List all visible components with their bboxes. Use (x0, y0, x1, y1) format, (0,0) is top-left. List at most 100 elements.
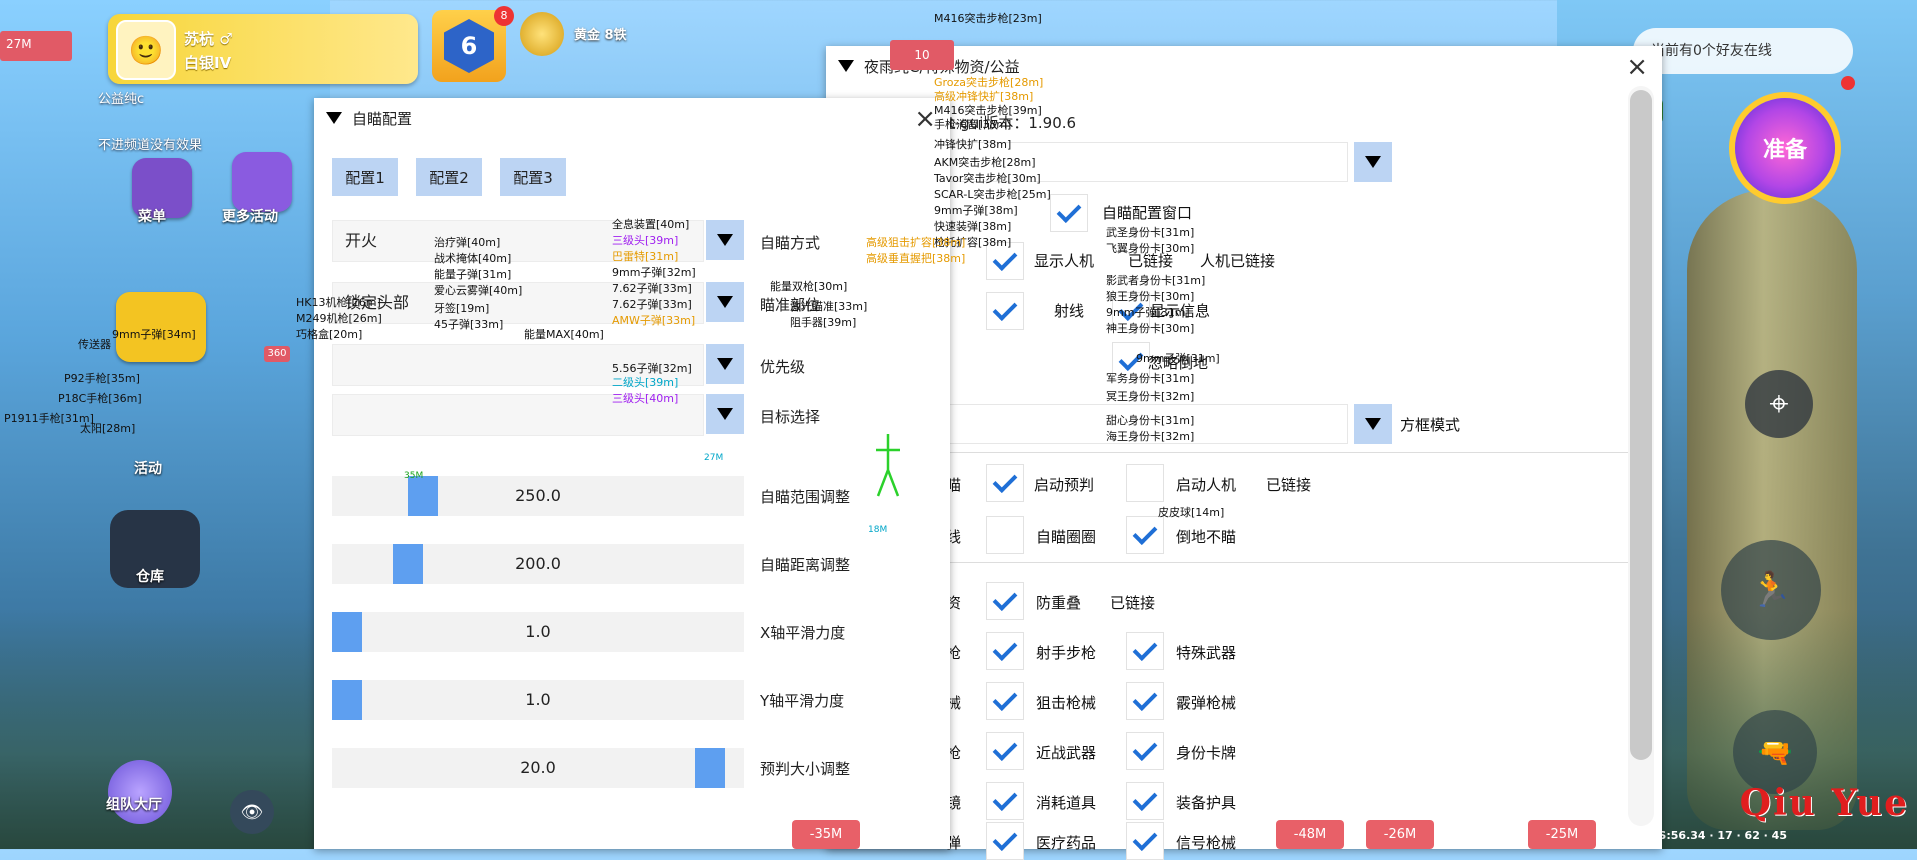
trophy-icon[interactable] (520, 12, 564, 56)
tab-config-3[interactable]: 配置3 (500, 158, 566, 196)
anti-overlap-checkbox[interactable] (986, 582, 1024, 620)
esp-item-label: 三级头[40m] (612, 392, 679, 405)
player-card[interactable]: 🙂 苏杭 ♂ 白银IV (108, 14, 418, 84)
melee-checkbox[interactable] (986, 732, 1024, 770)
collapse-triangle-icon[interactable] (326, 112, 342, 124)
ray-checkbox[interactable] (986, 292, 1024, 330)
special-weapon-checkbox[interactable] (1126, 632, 1164, 670)
esp-item-label: M249机枪[26m] (296, 312, 382, 325)
x-smooth-slider[interactable]: 1.0 (332, 612, 744, 652)
squad-lobby-button[interactable] (108, 760, 172, 824)
divider (946, 452, 1636, 453)
esp-item-label: 海王身份卡[32m] (1106, 430, 1195, 443)
armor-checkbox[interactable] (1126, 782, 1164, 820)
dropdown-button[interactable] (1354, 142, 1392, 182)
no-aim-down-checkbox[interactable] (1126, 516, 1164, 554)
more-activities-label: 更多活动 (222, 209, 278, 225)
marksman-label: 射手步枪 (1036, 644, 1097, 662)
esp-item-label: 7.62子弹[33m] (612, 282, 692, 295)
flare-gun-label: 信号枪械 (1176, 834, 1237, 852)
aim-circle-checkbox[interactable] (986, 516, 1024, 554)
consumable-checkbox[interactable] (986, 782, 1024, 820)
scrollbar-thumb[interactable] (1630, 90, 1652, 760)
aim-distance-label: 自瞄距离调整 (760, 556, 851, 574)
esp-item-label: 飞翼身份卡[30m] (1106, 242, 1195, 255)
aim-mode-dropdown[interactable] (706, 220, 744, 260)
esp-item-label: 能量子弹[31m] (434, 268, 512, 281)
esp-item-label: M416突击步枪[39m] (934, 104, 1042, 117)
esp-item-label: 爱心云雾弹[40m] (434, 284, 523, 297)
activity-button[interactable] (116, 292, 206, 362)
priority-dropdown[interactable] (706, 344, 744, 384)
aim-distance-slider[interactable]: 200.0 (332, 544, 744, 584)
crosshair-icon[interactable]: ⌖ (1745, 370, 1813, 438)
avatar[interactable]: 🙂 (116, 20, 176, 80)
eye-icon[interactable]: 👁 (230, 790, 274, 834)
trophy-label: 黄金 8铁 (574, 28, 627, 43)
esp-item-label: 三级头[39m] (612, 234, 679, 247)
jump-icon[interactable]: 🏃 (1721, 540, 1821, 640)
x-smooth-label: X轴平滑力度 (760, 624, 846, 642)
note-text: 不进频道没有效果 (98, 138, 203, 153)
distance-badge: 27M (0, 31, 72, 61)
predict-size-label: 预判大小调整 (760, 760, 851, 778)
squad-lobby-label: 组队大厅 (106, 797, 162, 813)
esp-item-label: 二级头[39m] (612, 376, 679, 389)
esp-item-label: 影武者身份卡[31m] (1106, 274, 1206, 287)
collapse-triangle-icon[interactable] (838, 60, 854, 72)
esp-item-label: 甜心身份卡[31m] (1106, 414, 1195, 427)
anti-overlap-label: 防重叠 (1036, 594, 1082, 612)
tab-config-2[interactable]: 配置2 (416, 158, 482, 196)
esp-item-label: 巧格盒[20m] (296, 328, 363, 341)
close-icon[interactable]: × (1626, 52, 1648, 82)
more-activities-button[interactable] (232, 152, 292, 212)
esp-item-label: Tavor突击步枪[30m] (934, 172, 1041, 185)
id-card-checkbox[interactable] (1126, 732, 1164, 770)
aim-mode-label: 自瞄方式 (760, 234, 821, 252)
y-smooth-slider[interactable]: 1.0 (332, 680, 744, 720)
panel-header[interactable]: 自瞄配置 × (314, 98, 950, 138)
player-rank: 白银IV (184, 54, 232, 72)
esp-item-label: SCAR-L突击步枪[25m] (934, 188, 1051, 201)
esp-item-label: 太阳[28m] (80, 422, 136, 435)
panel-title: 自瞄配置 (352, 109, 413, 128)
esp-item-label: 7.62子弹[33m] (612, 298, 692, 311)
show-bots-label: 显示人机 (1034, 252, 1095, 270)
aim-range-label: 自瞄范围调整 (760, 488, 851, 506)
sniper-checkbox[interactable] (986, 682, 1024, 720)
special-weapon-label: 特殊武器 (1176, 644, 1237, 662)
close-icon[interactable]: × (914, 104, 936, 134)
target-dropdown[interactable] (706, 394, 744, 434)
bot-linked-label: 人机已链接 (1200, 252, 1276, 270)
aim-circle-label: 自瞄圈圈 (1036, 528, 1097, 546)
slider-value: 200.0 (515, 554, 561, 573)
predict-size-slider[interactable]: 20.0 (332, 748, 744, 788)
esp-item-label: 9mm子弹[31m] (1106, 306, 1190, 319)
ready-button[interactable]: 准备 (1735, 98, 1835, 198)
esp-item-label: P18C手枪[36m] (58, 392, 142, 405)
esp-item-label: 手枪消音[38m] (934, 118, 1012, 131)
shotgun-label: 霰弹枪械 (1176, 694, 1237, 712)
box-mode-dropdown[interactable] (1354, 404, 1392, 444)
flare-gun-checkbox[interactable] (1126, 822, 1164, 860)
slider-value: 20.0 (520, 758, 556, 777)
esp-item-label: Groza突击步枪[28m] (934, 76, 1044, 89)
aim-window-checkbox[interactable] (1050, 194, 1088, 232)
shotgun-checkbox[interactable] (1126, 682, 1164, 720)
esp-item-label: 9mm子弹[31m] (1136, 352, 1220, 365)
tab-config-1[interactable]: 配置1 (332, 158, 398, 196)
friends-online-bar[interactable]: 当前有0个好友在线 (1633, 28, 1853, 74)
esp-item-label: 9mm子弹[38m] (934, 204, 1018, 217)
skeleton-marker-icon (876, 434, 900, 497)
esp-item-label: M416突击步枪[23m] (934, 12, 1042, 25)
distance-tag: 35M (404, 471, 424, 481)
start-bot-checkbox[interactable] (1126, 464, 1164, 502)
marksman-checkbox[interactable] (986, 632, 1024, 670)
aim-range-slider[interactable]: 250.0 (332, 476, 744, 516)
ray-label: 射线 (1054, 302, 1085, 320)
esp-item-label: 9mm子弹[34m] (112, 328, 196, 341)
start-predict-checkbox[interactable] (986, 464, 1024, 502)
esp-item-label: 狼王身份卡[30m] (1106, 290, 1195, 303)
medical-checkbox[interactable] (986, 822, 1024, 860)
aim-part-dropdown[interactable] (706, 282, 744, 322)
